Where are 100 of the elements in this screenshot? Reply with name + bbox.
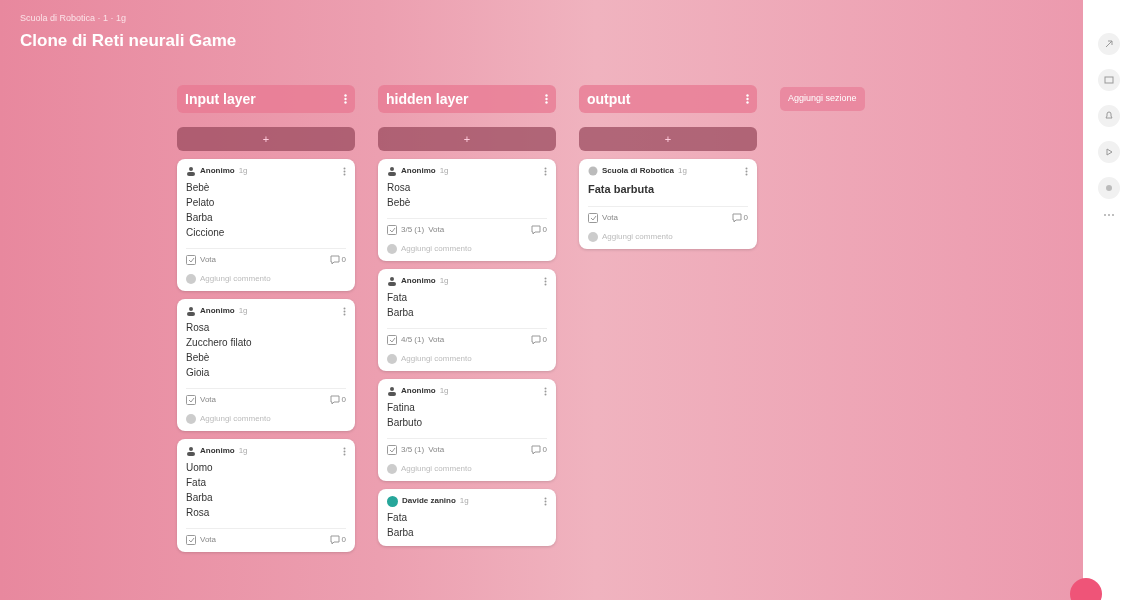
post-text: Zucchero filato <box>186 336 253 350</box>
more-icon <box>343 166 346 176</box>
frame-icon <box>1102 74 1115 86</box>
post-text: Rosa <box>387 181 412 195</box>
post-time: 1g <box>238 305 248 317</box>
comment-icon <box>530 445 541 455</box>
comment-icon <box>329 535 340 545</box>
more-icon <box>343 306 346 316</box>
add-post-button[interactable]: + <box>378 127 556 151</box>
more-icon <box>544 166 547 176</box>
more-icon <box>745 166 748 176</box>
post-time: 1g <box>238 165 248 177</box>
vote-link[interactable]: Vota <box>428 444 445 456</box>
post-author: Anonimo <box>401 275 436 287</box>
person-icon <box>186 446 196 456</box>
post-text: Fata <box>387 511 408 525</box>
more-icon <box>544 276 547 286</box>
comment-icon <box>329 395 340 405</box>
person-icon <box>186 306 196 316</box>
rating-text: 3/5 (1) <box>401 444 425 456</box>
add-section-button[interactable]: Aggiungi sezione <box>780 87 865 111</box>
post-time: 1g <box>238 445 248 457</box>
post-author: Anonimo <box>200 165 235 177</box>
person-icon <box>387 386 397 396</box>
more-icon <box>344 94 347 104</box>
sidebar-button[interactable] <box>1097 105 1120 127</box>
breadcrumb: Scuola di Robotica · 1 · 1g <box>20 12 128 25</box>
post-text: Barba <box>186 491 214 505</box>
comment-count: 0 <box>542 334 547 346</box>
vote-icon <box>387 445 397 455</box>
vote-link[interactable]: Vota <box>428 224 445 236</box>
rating-text: 3/5 (1) <box>401 224 425 236</box>
avatar-icon <box>387 354 397 364</box>
comment-count: 0 <box>542 444 547 456</box>
avatar-icon <box>387 244 397 254</box>
post-text: Rosa <box>186 506 211 520</box>
person-icon <box>387 166 397 176</box>
avatar-icon <box>387 464 397 474</box>
post-text: Barba <box>387 526 415 540</box>
person-icon <box>186 166 196 176</box>
post-text: Fata <box>186 476 207 490</box>
comment-count: 0 <box>743 211 748 224</box>
bell-icon <box>1102 110 1115 122</box>
post-author: Anonimo <box>401 165 436 177</box>
post-time: 1g <box>439 165 449 177</box>
column-title: Input layer <box>185 89 257 109</box>
vote-link[interactable]: Vota <box>602 211 618 224</box>
post-author: Anonimo <box>200 445 235 457</box>
post-text: Bebè <box>186 351 211 365</box>
post-text: Barba <box>186 211 214 225</box>
post-author: Anonimo <box>200 305 235 317</box>
comment-icon <box>329 255 340 265</box>
more-icon <box>343 446 346 456</box>
post-text: Pelato <box>186 196 216 210</box>
avatar-icon <box>588 231 598 242</box>
post-text: Uomo <box>186 461 214 475</box>
vote-icon <box>387 335 397 345</box>
person-icon <box>387 276 397 286</box>
column-title: hidden layer <box>386 89 470 109</box>
avatar-icon <box>186 274 196 284</box>
post-author: Davide zanino <box>402 495 456 507</box>
comment-count: 0 <box>341 534 346 546</box>
sidebar-button[interactable] <box>1097 33 1120 55</box>
board-title: Clone di Reti neurali Game <box>20 29 238 52</box>
vote-icon <box>186 255 196 265</box>
sidebar-button[interactable] <box>1097 177 1120 199</box>
vote-link[interactable]: Vota <box>200 394 216 406</box>
post-time: 1g <box>459 495 469 507</box>
post-author: Scuola di Robotica <box>602 165 674 177</box>
avatar-icon <box>186 414 196 424</box>
sidebar-button[interactable] <box>1097 141 1120 163</box>
more-icon <box>1102 213 1115 217</box>
post-time: 1g <box>678 165 687 177</box>
comment-icon <box>530 225 541 235</box>
vote-icon <box>387 225 397 235</box>
post-title: Fata barbuta <box>588 182 656 197</box>
post-text: Barbuto <box>387 416 424 430</box>
vote-link[interactable]: Vota <box>428 334 445 346</box>
comment-count: 0 <box>341 394 346 406</box>
post-text: Fatina <box>387 401 416 415</box>
add-post-button[interactable]: + <box>177 127 355 151</box>
post-text: Rosa <box>186 321 211 335</box>
avatar-icon <box>387 495 398 507</box>
post-author: Anonimo <box>401 385 436 397</box>
post-text: Bebè <box>186 181 211 195</box>
post-text: Ciccione <box>186 226 226 240</box>
more-icon <box>545 94 548 104</box>
more-icon <box>544 386 547 396</box>
post-text: Bebè <box>387 196 412 210</box>
add-post-button[interactable]: + <box>579 127 757 151</box>
comment-icon <box>731 212 742 223</box>
vote-link[interactable]: Vota <box>200 254 216 266</box>
vote-link[interactable]: Vota <box>200 534 216 546</box>
vote-icon <box>186 535 196 545</box>
sidebar-button[interactable] <box>1097 69 1120 91</box>
comment-count: 0 <box>341 254 346 266</box>
post-text: Barba <box>387 306 415 320</box>
post-time: 1g <box>439 385 449 397</box>
vote-icon <box>588 212 598 223</box>
comment-icon <box>530 335 541 345</box>
